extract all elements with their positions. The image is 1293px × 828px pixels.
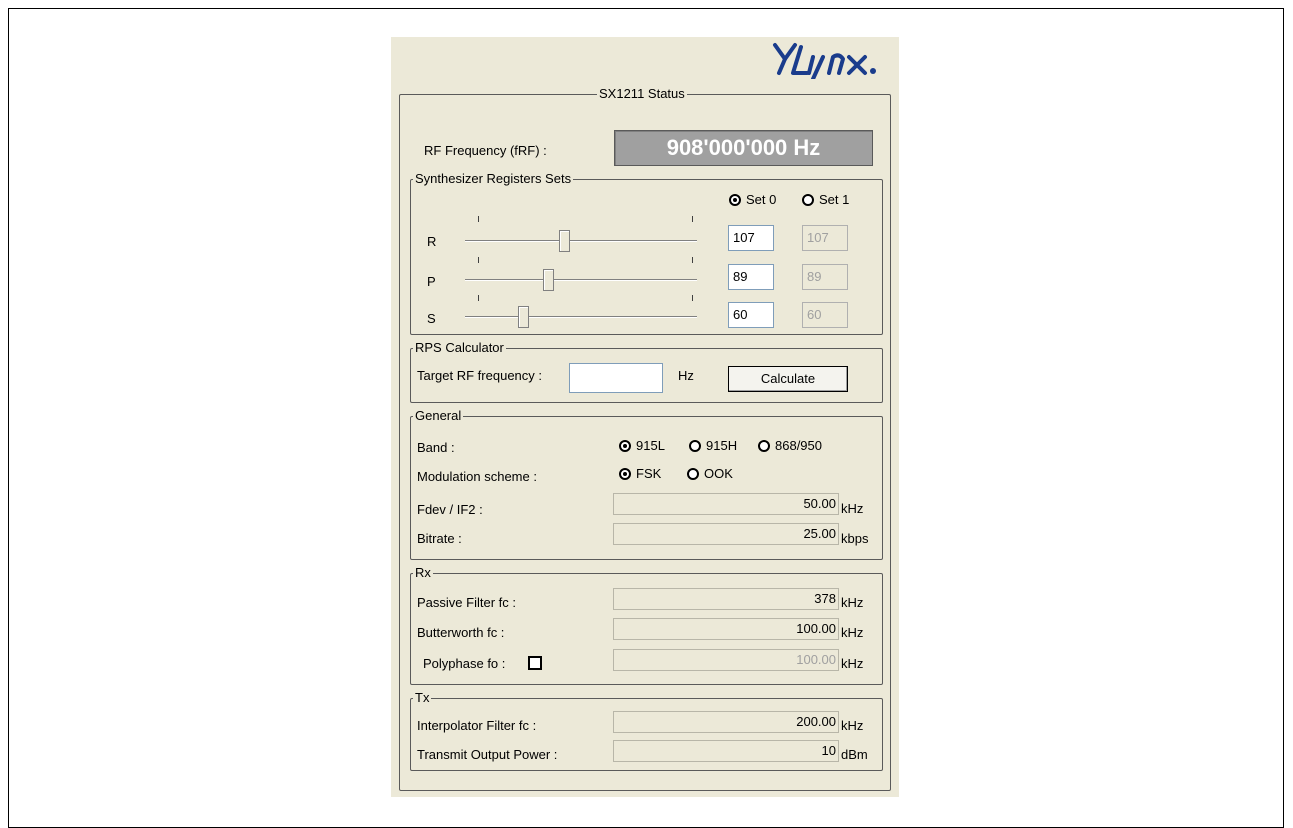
- status-group-title: SX1211 Status: [597, 86, 687, 102]
- target-frequency-unit: Hz: [678, 368, 694, 383]
- interpolator-label: Interpolator Filter fc :: [417, 718, 537, 733]
- r-label: R: [427, 234, 437, 249]
- band-868-950-radio-dot: [758, 439, 770, 452]
- sx1211-panel: SX1211 Status RF Frequency (fRF) : 908'0…: [391, 37, 899, 797]
- ylynx-logo: [769, 39, 889, 87]
- polyphase-value: 100.00: [613, 649, 839, 671]
- calculate-button[interactable]: Calculate: [728, 366, 848, 392]
- r-slider-tick-max: [692, 216, 693, 222]
- band-915l-label: 915L: [636, 438, 665, 453]
- rx-group: Rx Passive Filter fc : 378 kHz Butterwor…: [410, 565, 883, 685]
- modulation-label: Modulation scheme :: [417, 469, 537, 484]
- band-915l-radio-dot: [619, 439, 631, 452]
- r-set1-input: 107: [802, 225, 848, 251]
- target-frequency-input[interactable]: [569, 363, 663, 393]
- bitrate-value: 25.00: [613, 523, 839, 545]
- mod-ook-radio-dot: [687, 467, 699, 480]
- band-868-950-label: 868/950: [775, 438, 822, 453]
- band-915h-radio-dot: [689, 439, 701, 452]
- s-label: S: [427, 311, 436, 326]
- s-set0-input[interactable]: 60: [728, 302, 774, 328]
- mod-fsk-label: FSK: [636, 466, 662, 481]
- status-group: SX1211 Status RF Frequency (fRF) : 908'0…: [399, 86, 891, 791]
- rf-frequency-display: 908'000'000 Hz: [614, 130, 873, 166]
- p-slider-tick-max: [692, 257, 693, 263]
- set1-radio[interactable]: Set 1: [802, 192, 849, 207]
- passive-filter-unit: kHz: [841, 595, 864, 610]
- general-group-title: General: [413, 408, 464, 424]
- general-group: General Band : 915L 915H 868/950 Modulat…: [410, 408, 883, 560]
- set1-radio-dot: [802, 193, 814, 206]
- fdev-value: 50.00: [613, 493, 839, 515]
- r-slider-track: [465, 240, 697, 242]
- bitrate-label: Bitrate :: [417, 531, 462, 546]
- r-slider-thumb[interactable]: [559, 230, 570, 252]
- band-915h-radio[interactable]: 915H: [689, 438, 737, 453]
- p-set0-input[interactable]: 89: [728, 264, 774, 290]
- synthesizer-group: Synthesizer Registers Sets Set 0 Set 1 R…: [410, 171, 883, 335]
- mod-fsk-radio-dot: [619, 467, 631, 480]
- set0-radio-label: Set 0: [746, 192, 777, 207]
- passive-filter-value: 378: [613, 588, 839, 610]
- set1-radio-label: Set 1: [819, 192, 850, 207]
- passive-filter-label: Passive Filter fc :: [417, 595, 516, 610]
- set0-radio[interactable]: Set 0: [729, 192, 776, 207]
- mod-ook-radio[interactable]: OOK: [687, 466, 733, 481]
- band-915h-label: 915H: [706, 438, 738, 453]
- p-slider[interactable]: [465, 257, 697, 297]
- transmit-power-unit: dBm: [841, 747, 868, 762]
- interpolator-value: 200.00: [613, 711, 839, 733]
- rx-group-title: Rx: [413, 565, 433, 581]
- polyphase-unit: kHz: [841, 656, 864, 671]
- r-set0-input[interactable]: 107: [728, 225, 774, 251]
- p-slider-track: [465, 279, 697, 281]
- polyphase-label: Polyphase fo :: [423, 656, 506, 671]
- rps-calculator-title: RPS Calculator: [413, 340, 506, 356]
- butterworth-unit: kHz: [841, 625, 864, 640]
- band-915l-radio[interactable]: 915L: [619, 438, 665, 453]
- set0-radio-dot: [729, 193, 741, 206]
- band-868-950-radio[interactable]: 868/950: [758, 438, 822, 453]
- s-slider-tick-max: [692, 295, 693, 301]
- r-slider-tick-min: [478, 216, 479, 222]
- butterworth-value: 100.00: [613, 618, 839, 640]
- s-slider-tick-min: [478, 295, 479, 301]
- interpolator-unit: kHz: [841, 718, 864, 733]
- fdev-label: Fdev / IF2 :: [417, 502, 483, 517]
- s-set1-input: 60: [802, 302, 848, 328]
- transmit-power-value: 10: [613, 740, 839, 762]
- p-set1-input: 89: [802, 264, 848, 290]
- target-frequency-label: Target RF frequency :: [417, 368, 542, 383]
- tx-group-title: Tx: [413, 690, 432, 706]
- mod-ook-label: OOK: [704, 466, 733, 481]
- s-slider-track: [465, 316, 697, 318]
- fdev-unit: kHz: [841, 501, 864, 516]
- butterworth-label: Butterworth fc :: [417, 625, 505, 640]
- p-label: P: [427, 274, 436, 289]
- mod-fsk-radio[interactable]: FSK: [619, 466, 661, 481]
- tx-group: Tx Interpolator Filter fc : 200.00 kHz T…: [410, 690, 883, 771]
- band-label: Band :: [417, 440, 455, 455]
- transmit-power-label: Transmit Output Power :: [417, 747, 558, 762]
- s-slider[interactable]: [465, 295, 697, 335]
- p-slider-thumb[interactable]: [543, 269, 554, 291]
- synthesizer-group-title: Synthesizer Registers Sets: [413, 171, 574, 187]
- polyphase-checkbox[interactable]: [528, 656, 542, 670]
- r-slider[interactable]: [465, 216, 697, 256]
- bitrate-unit: kbps: [841, 531, 869, 546]
- s-slider-thumb[interactable]: [518, 306, 529, 328]
- ylynx-logo-mark: [773, 43, 876, 81]
- rps-calculator-group: RPS Calculator Target RF frequency : Hz …: [410, 340, 883, 403]
- p-slider-tick-min: [478, 257, 479, 263]
- rf-frequency-label: RF Frequency (fRF) :: [424, 143, 547, 158]
